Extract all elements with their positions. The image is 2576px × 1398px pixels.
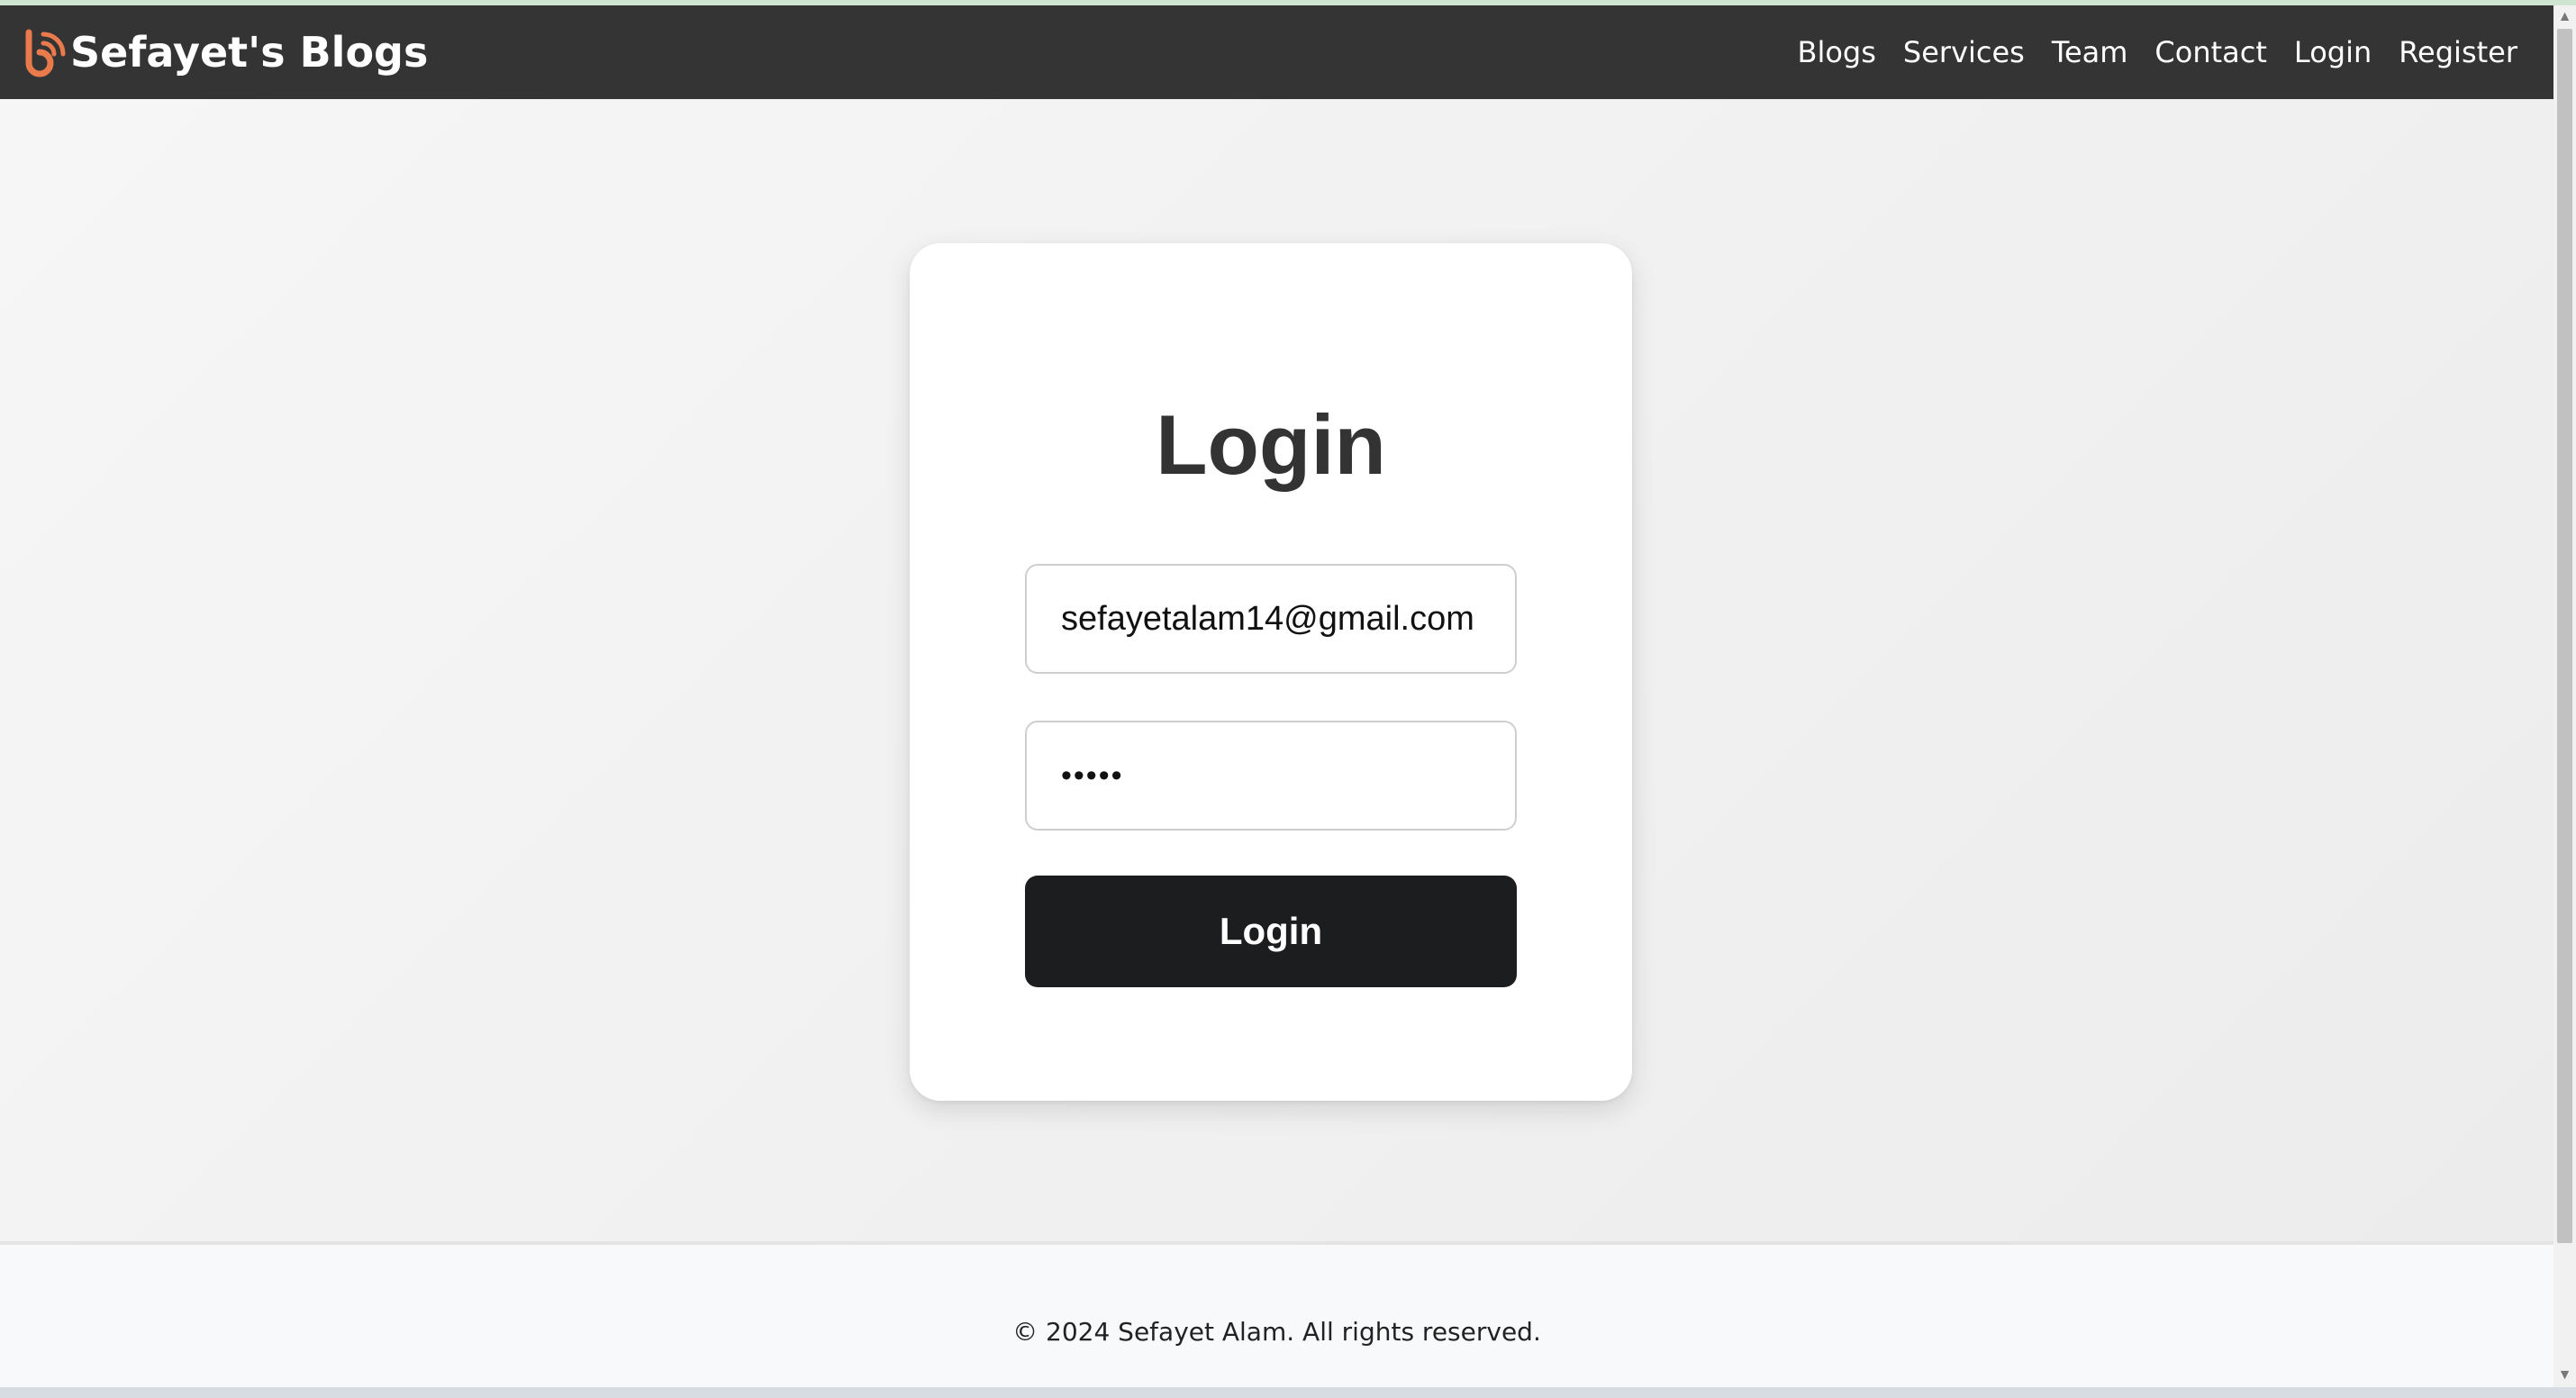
copyright-text: © 2024 Sefayet Alam. All rights reserved…: [1012, 1317, 1541, 1347]
blog-logo-icon: [22, 27, 67, 77]
login-button[interactable]: Login: [1025, 876, 1517, 987]
window-bottom-bar: [0, 1387, 2576, 1398]
brand[interactable]: Sefayet's Blogs: [22, 27, 428, 77]
scroll-up-arrow-icon[interactable]: ▲: [2553, 5, 2576, 29]
nav-link-services[interactable]: Services: [1903, 35, 2025, 69]
password-field[interactable]: [1025, 721, 1517, 831]
login-card: Login Login: [910, 243, 1632, 1101]
vertical-scrollbar[interactable]: ▲ ▼: [2553, 5, 2576, 1387]
main-content: Login Login: [0, 99, 2553, 1241]
footer: © 2024 Sefayet Alam. All rights reserved…: [0, 1241, 2553, 1387]
email-field[interactable]: [1025, 564, 1517, 674]
brand-name: Sefayet's Blogs: [70, 28, 429, 77]
nav-links: Blogs Services Team Contact Login Regist…: [1798, 35, 2518, 69]
navbar: Sefayet's Blogs Blogs Services Team Cont…: [0, 5, 2553, 99]
nav-link-blogs[interactable]: Blogs: [1798, 35, 1876, 69]
nav-link-register[interactable]: Register: [2399, 35, 2517, 69]
nav-link-login[interactable]: Login: [2294, 35, 2372, 69]
nav-link-team[interactable]: Team: [2052, 35, 2128, 69]
scrollbar-thumb[interactable]: [2557, 29, 2572, 1243]
login-title: Login: [1156, 397, 1386, 492]
nav-link-contact[interactable]: Contact: [2154, 35, 2267, 69]
scroll-down-arrow-icon[interactable]: ▼: [2553, 1364, 2576, 1387]
